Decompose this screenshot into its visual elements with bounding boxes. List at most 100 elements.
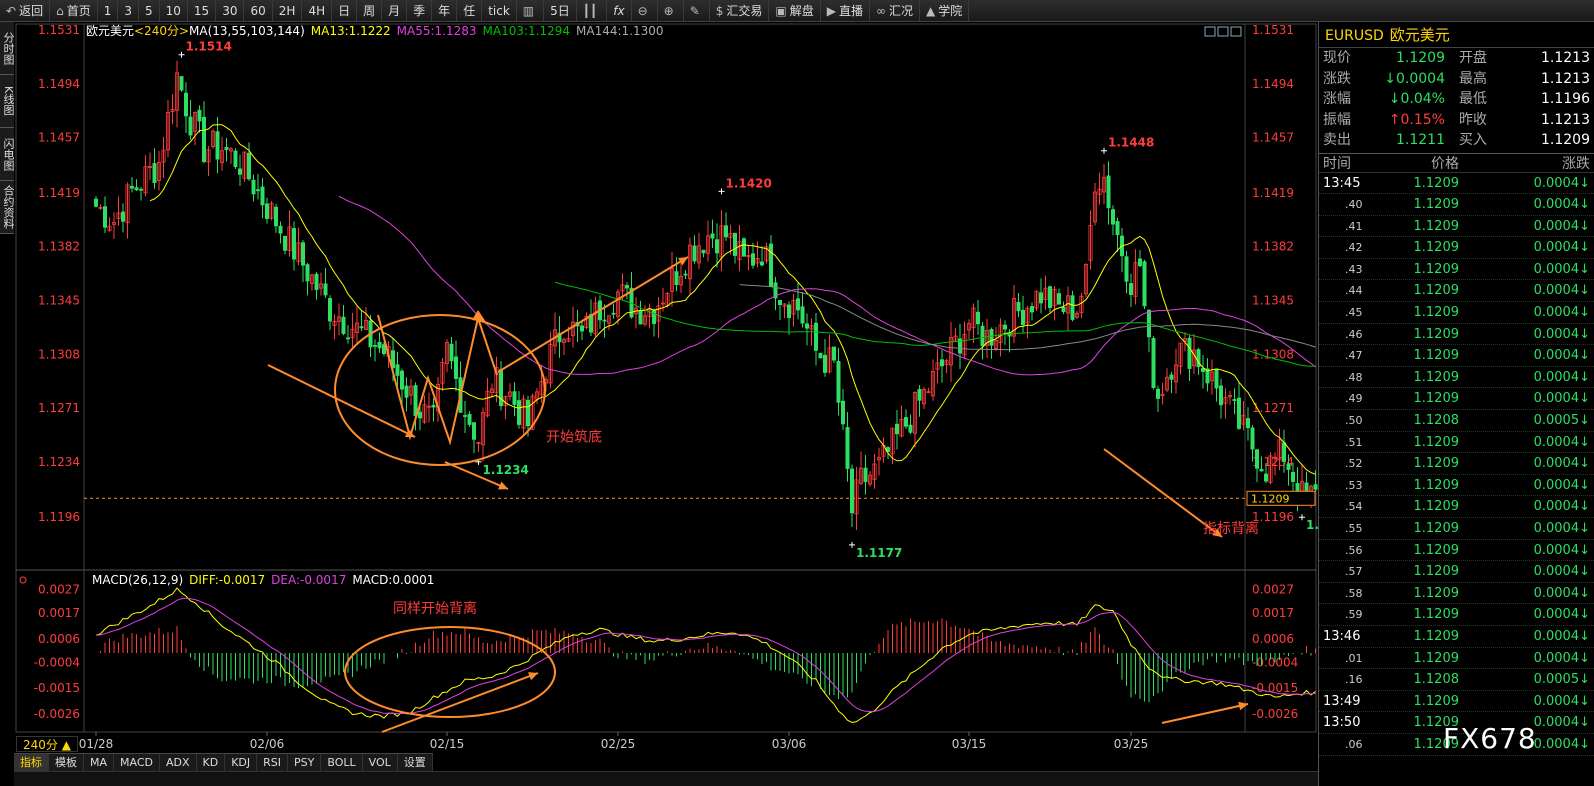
- candle-body: [413, 385, 418, 417]
- candle: [103, 196, 108, 233]
- candle: [309, 273, 314, 291]
- tick-time: .43: [1345, 262, 1363, 276]
- macd-tick-label-left: 0.0006: [38, 632, 80, 646]
- candle-body: [692, 245, 697, 262]
- ma-header-ma144: MA144:1.1300: [576, 24, 664, 38]
- candle: [607, 315, 612, 331]
- candle-body: [134, 187, 139, 191]
- horizontal-scrollbar[interactable]: [14, 771, 1318, 786]
- macd-tick-label-right: 0.0006: [1252, 632, 1294, 646]
- tick-row: .46 1.1209 0.0004↓: [1319, 324, 1594, 346]
- tick-price: 1.1209: [1413, 628, 1460, 644]
- extreme-marker: [718, 188, 725, 195]
- candle-body: [580, 325, 585, 332]
- price-tick-label-left: 1.1345: [38, 293, 80, 307]
- indicator-tab-9[interactable]: BOLL: [321, 754, 363, 771]
- candle: [94, 195, 99, 208]
- candle: [354, 306, 359, 345]
- tick-price: 1.1209: [1413, 564, 1460, 580]
- candle: [922, 386, 927, 410]
- date-tick-label: 01/28: [79, 737, 114, 751]
- indicator-tab-11[interactable]: 设置: [398, 754, 433, 771]
- candle: [715, 223, 720, 268]
- candle: [323, 267, 328, 298]
- candle: [1102, 164, 1107, 205]
- candle-body: [1187, 337, 1192, 369]
- candle: [444, 339, 449, 373]
- tick-time: .52: [1345, 457, 1363, 471]
- candle: [1138, 250, 1143, 268]
- tick-change: 0.0004↓: [1533, 240, 1590, 256]
- candle: [449, 337, 454, 370]
- candle: [800, 292, 805, 328]
- candle: [881, 437, 886, 463]
- indicator-tab-3[interactable]: MACD: [114, 754, 160, 771]
- candle: [773, 276, 778, 311]
- restore-icon[interactable]: [1217, 26, 1229, 37]
- candle: [755, 241, 760, 268]
- tick-change: 0.0004↓: [1533, 261, 1590, 277]
- candle: [998, 318, 1003, 357]
- candle-body: [1138, 258, 1143, 267]
- tick-change: 0.0004↓: [1533, 305, 1590, 321]
- close-icon[interactable]: [1230, 26, 1242, 37]
- candle: [967, 319, 972, 339]
- indicator-tab-6[interactable]: KDJ: [225, 754, 258, 771]
- candle: [408, 378, 413, 406]
- candle: [593, 296, 598, 337]
- indicator-tab-8[interactable]: PSY: [288, 754, 322, 771]
- candle: [1133, 249, 1138, 305]
- candle: [935, 348, 940, 384]
- indicator-tab-7[interactable]: RSI: [257, 754, 289, 771]
- price-tick-label-left: 1.1196: [38, 510, 80, 524]
- period-button[interactable]: 240分 ▲: [16, 736, 78, 752]
- candle-body: [1115, 221, 1120, 236]
- candle: [350, 312, 355, 349]
- candle: [701, 249, 706, 258]
- indicator-tab-2[interactable]: MA: [84, 754, 115, 771]
- candle: [503, 395, 508, 420]
- tick-time: .44: [1345, 284, 1363, 298]
- candle: [1214, 368, 1219, 402]
- candle: [251, 174, 256, 202]
- macd-settings-icon[interactable]: [19, 576, 27, 584]
- indicator-tab-10[interactable]: VOL: [363, 754, 398, 771]
- candle-body: [710, 233, 715, 239]
- candle: [219, 136, 224, 171]
- candle: [634, 297, 639, 329]
- candle-body: [188, 116, 193, 136]
- macd-header-dea: DEA:-0.0017: [271, 573, 346, 587]
- candle-body: [129, 185, 134, 189]
- candle: [683, 270, 688, 279]
- indicator-tab-5[interactable]: KD: [197, 754, 226, 771]
- tick-row: .48 1.1209 0.0004↓: [1319, 367, 1594, 389]
- candle: [359, 310, 364, 332]
- tick-time: .51: [1345, 435, 1363, 449]
- candle: [1088, 210, 1093, 270]
- indicator-tab-0[interactable]: 指标: [14, 754, 49, 771]
- window-icon[interactable]: [1204, 26, 1216, 37]
- candle-body: [453, 356, 458, 379]
- extreme-marker: [178, 51, 185, 58]
- annotation-arrow-head: [1238, 701, 1248, 711]
- quote-rows: 现价 1.1209 开盘 1.1213 涨跌 ↓0.0004 最高 1.1213 涨幅 ↓0.04…: [1319, 48, 1594, 151]
- candle: [643, 305, 648, 327]
- price-tick-label-left: 1.1308: [38, 347, 80, 361]
- kline-chart[interactable]: 1.1531 1.1531 1.1494 1.1494 1.1457 1.1457 1.14…: [0, 0, 1318, 786]
- quote-label: 现价: [1323, 50, 1351, 66]
- tick-time: .50: [1345, 414, 1363, 428]
- high-price-label: 1.1448: [1108, 136, 1154, 150]
- candle-body: [471, 422, 476, 440]
- candle: [953, 327, 958, 343]
- candle-body: [742, 238, 747, 257]
- candle: [138, 187, 143, 201]
- ma-header: 欧元美元<240分>MA(13,55,103,144) MA13:1.1222 MA…: [86, 24, 664, 38]
- indicator-tab-4[interactable]: ADX: [160, 754, 197, 771]
- candle: [917, 385, 922, 417]
- indicator-tab-1[interactable]: 模板: [49, 754, 84, 771]
- candle-body: [715, 239, 720, 254]
- date-tick-label: 03/15: [952, 737, 987, 751]
- tick-list[interactable]: 13:45 1.1209 0.0004↓ .40 1.1209 0.0004↓ .41 1.1…: [1319, 173, 1594, 756]
- candle-body: [1264, 473, 1269, 482]
- candle: [760, 246, 765, 267]
